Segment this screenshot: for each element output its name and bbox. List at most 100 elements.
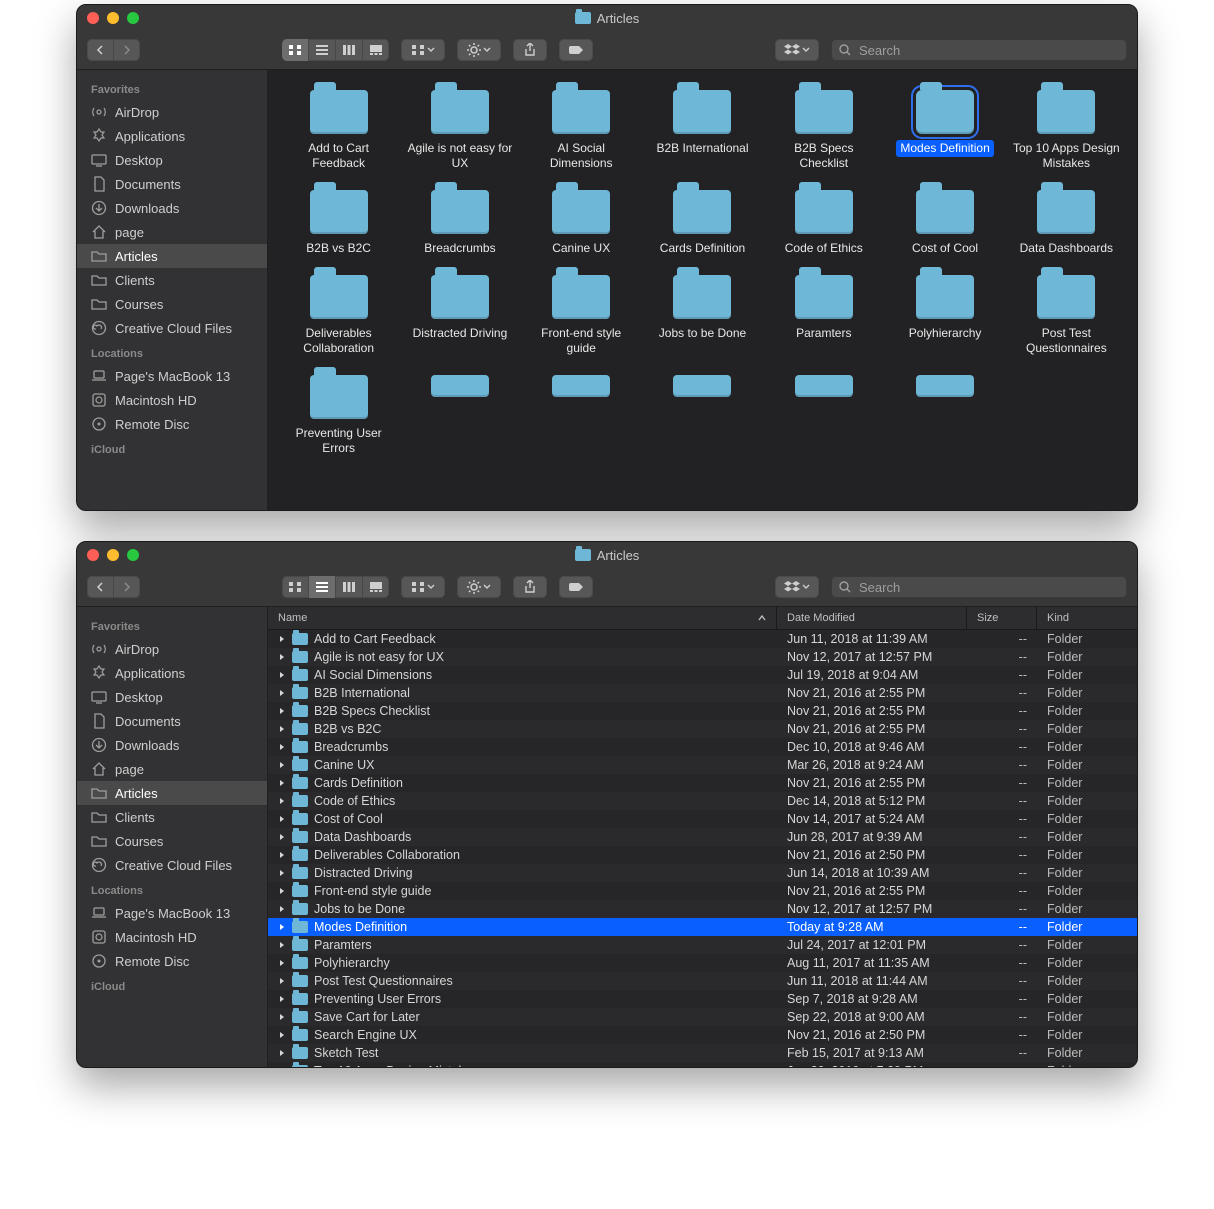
disclosure-triangle-icon[interactable] (278, 995, 286, 1003)
sidebar-item[interactable]: Macintosh HD (77, 388, 267, 412)
sidebar-item[interactable]: Remote Disc (77, 949, 267, 973)
table-row[interactable]: Add to Cart FeedbackJun 11, 2018 at 11:3… (268, 630, 1137, 648)
sidebar-item[interactable]: Desktop (77, 148, 267, 172)
folder-item[interactable]: Code of Ethics (765, 190, 882, 257)
table-row[interactable]: Data DashboardsJun 28, 2017 at 9:39 AM--… (268, 828, 1137, 846)
column-header-date[interactable]: Date Modified (777, 607, 967, 629)
content-area[interactable]: Add to Cart FeedbackAgile is not easy fo… (268, 70, 1137, 510)
disclosure-triangle-icon[interactable] (278, 923, 286, 931)
sidebar-item[interactable]: Courses (77, 829, 267, 853)
folder-item[interactable] (644, 375, 761, 397)
folder-item[interactable]: Deliverables Collaboration (280, 275, 397, 357)
table-row[interactable]: Front-end style guideNov 21, 2016 at 2:5… (268, 882, 1137, 900)
folder-item[interactable]: Paramters (765, 275, 882, 357)
sidebar-item[interactable]: Applications (77, 124, 267, 148)
table-row[interactable]: Canine UXMar 26, 2018 at 9:24 AM--Folder (268, 756, 1137, 774)
view-columns-button[interactable] (336, 39, 363, 61)
view-icons-button[interactable] (282, 576, 309, 598)
sidebar-item[interactable]: page (77, 757, 267, 781)
folder-item[interactable]: B2B Specs Checklist (765, 90, 882, 172)
folder-item[interactable]: Polyhierarchy (886, 275, 1003, 357)
disclosure-triangle-icon[interactable] (278, 653, 286, 661)
search-field[interactable] (831, 39, 1127, 61)
sidebar-item[interactable]: Downloads (77, 196, 267, 220)
zoom-window-button[interactable] (127, 12, 139, 24)
titlebar[interactable]: Articles (77, 542, 1137, 568)
disclosure-triangle-icon[interactable] (278, 689, 286, 697)
folder-item[interactable]: Front-end style guide (523, 275, 640, 357)
table-row[interactable]: Code of EthicsDec 14, 2018 at 5:12 PM--F… (268, 792, 1137, 810)
table-row[interactable]: Post Test QuestionnairesJun 11, 2018 at … (268, 972, 1137, 990)
sidebar-item[interactable]: Courses (77, 292, 267, 316)
table-row[interactable]: PolyhierarchyAug 11, 2017 at 11:35 AM--F… (268, 954, 1137, 972)
table-row[interactable]: B2B InternationalNov 21, 2016 at 2:55 PM… (268, 684, 1137, 702)
folder-item[interactable] (886, 375, 1003, 397)
sidebar-item[interactable]: Documents (77, 172, 267, 196)
disclosure-triangle-icon[interactable] (278, 815, 286, 823)
column-header-name[interactable]: Name (268, 607, 777, 629)
folder-item[interactable]: Post Test Questionnaires (1008, 275, 1125, 357)
search-input[interactable] (857, 579, 1119, 596)
folder-item[interactable]: Cards Definition (644, 190, 761, 257)
disclosure-triangle-icon[interactable] (278, 797, 286, 805)
table-row[interactable]: Cards DefinitionNov 21, 2016 at 2:55 PM-… (268, 774, 1137, 792)
sidebar-item[interactable]: Desktop (77, 685, 267, 709)
action-menu-button[interactable] (457, 39, 501, 61)
search-input[interactable] (857, 42, 1119, 59)
search-field[interactable] (831, 576, 1127, 598)
table-row[interactable]: Distracted DrivingJun 14, 2018 at 10:39 … (268, 864, 1137, 882)
folder-item[interactable]: Jobs to be Done (644, 275, 761, 357)
view-columns-button[interactable] (336, 576, 363, 598)
table-row[interactable]: Deliverables CollaborationNov 21, 2016 a… (268, 846, 1137, 864)
table-row[interactable]: Search Engine UXNov 21, 2016 at 2:50 PM-… (268, 1026, 1137, 1044)
minimize-window-button[interactable] (107, 12, 119, 24)
close-window-button[interactable] (87, 12, 99, 24)
content-area[interactable]: Name Date Modified Size Kind Add to Cart… (268, 607, 1137, 1067)
sidebar-item[interactable]: Documents (77, 709, 267, 733)
table-row[interactable]: Top 10 Apps Design MistakesJan 20, 2019 … (268, 1062, 1137, 1067)
sidebar-item[interactable]: Macintosh HD (77, 925, 267, 949)
table-row[interactable]: Agile is not easy for UXNov 12, 2017 at … (268, 648, 1137, 666)
zoom-window-button[interactable] (127, 549, 139, 561)
sidebar-item[interactable]: Articles (77, 244, 267, 268)
disclosure-triangle-icon[interactable] (278, 743, 286, 751)
table-row[interactable]: Modes DefinitionToday at 9:28 AM--Folder (268, 918, 1137, 936)
disclosure-triangle-icon[interactable] (278, 941, 286, 949)
disclosure-triangle-icon[interactable] (278, 869, 286, 877)
close-window-button[interactable] (87, 549, 99, 561)
table-row[interactable]: ParamtersJul 24, 2017 at 12:01 PM--Folde… (268, 936, 1137, 954)
folder-item[interactable]: B2B vs B2C (280, 190, 397, 257)
arrange-menu-button[interactable] (401, 576, 445, 598)
sidebar-item[interactable]: Page's MacBook 13 (77, 901, 267, 925)
folder-item[interactable]: Data Dashboards (1008, 190, 1125, 257)
arrange-menu-button[interactable] (401, 39, 445, 61)
share-button[interactable] (513, 39, 547, 61)
disclosure-triangle-icon[interactable] (278, 959, 286, 967)
back-button[interactable] (87, 576, 114, 598)
disclosure-triangle-icon[interactable] (278, 1031, 286, 1039)
table-row[interactable]: B2B vs B2CNov 21, 2016 at 2:55 PM--Folde… (268, 720, 1137, 738)
folder-item[interactable]: Preventing User Errors (280, 375, 397, 457)
disclosure-triangle-icon[interactable] (278, 851, 286, 859)
view-icons-button[interactable] (282, 39, 309, 61)
folder-item[interactable]: Canine UX (523, 190, 640, 257)
disclosure-triangle-icon[interactable] (278, 887, 286, 895)
sidebar-item[interactable]: Page's MacBook 13 (77, 364, 267, 388)
table-row[interactable]: Jobs to be DoneNov 12, 2017 at 12:57 PM-… (268, 900, 1137, 918)
disclosure-triangle-icon[interactable] (278, 1013, 286, 1021)
sidebar-item[interactable]: AirDrop (77, 637, 267, 661)
sidebar-item[interactable]: Articles (77, 781, 267, 805)
disclosure-triangle-icon[interactable] (278, 779, 286, 787)
folder-item[interactable]: Add to Cart Feedback (280, 90, 397, 172)
table-row[interactable]: Save Cart for LaterSep 22, 2018 at 9:00 … (268, 1008, 1137, 1026)
sidebar-item[interactable]: AirDrop (77, 100, 267, 124)
table-row[interactable]: AI Social DimensionsJul 19, 2018 at 9:04… (268, 666, 1137, 684)
folder-item[interactable]: Top 10 Apps Design Mistakes (1008, 90, 1125, 172)
forward-button[interactable] (114, 576, 140, 598)
action-menu-button[interactable] (457, 576, 501, 598)
disclosure-triangle-icon[interactable] (278, 905, 286, 913)
sidebar-item[interactable]: Creative Cloud Files (77, 316, 267, 340)
column-header-kind[interactable]: Kind (1037, 607, 1137, 629)
minimize-window-button[interactable] (107, 549, 119, 561)
disclosure-triangle-icon[interactable] (278, 725, 286, 733)
